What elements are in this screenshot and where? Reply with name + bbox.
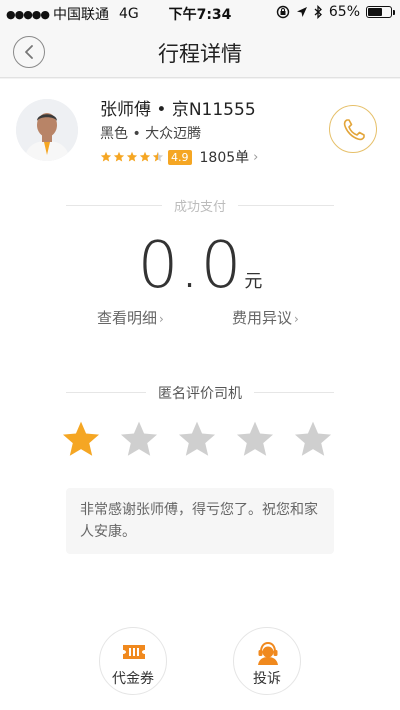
- page-title: 行程详情: [158, 42, 242, 66]
- payment-amount: 0.0 元: [0, 229, 400, 303]
- driver-rating-stars: [100, 151, 164, 163]
- trip-detail-card: 张师傅 • 京N11555 黑色 • 大众迈腾 4.9 1805单 › 成功支付…: [0, 79, 400, 710]
- fee-dispute-link[interactable]: 费用异议 ›: [232, 307, 299, 328]
- location-arrow-icon: [296, 7, 307, 17]
- divider-line: [238, 205, 334, 206]
- payment-status-divider: 成功支付: [66, 196, 334, 216]
- order-count: 1805单: [199, 150, 250, 166]
- rating-star-1[interactable]: [60, 419, 102, 461]
- phone-icon: [343, 119, 365, 141]
- driver-avatar[interactable]: [16, 99, 78, 161]
- battery-fill: [368, 8, 382, 16]
- star-icon: [152, 151, 164, 162]
- rating-star-4[interactable]: [234, 419, 276, 461]
- status-bar: ●●●●● 中国联通 4G 下午7:34 65%: [0, 0, 400, 26]
- rating-section-divider: 匿名评价司机: [66, 383, 334, 403]
- call-driver-button[interactable]: [329, 105, 377, 153]
- customer-service-icon: [258, 641, 278, 665]
- rating-section-title: 匿名评价司机: [158, 386, 242, 402]
- star-icon: [100, 151, 112, 162]
- fee-dispute-label: 费用异议: [232, 309, 293, 327]
- status-right: 65%: [276, 4, 395, 20]
- star-icon: [126, 151, 138, 162]
- complaint-label: 投诉: [253, 671, 281, 687]
- battery-percent: 65%: [328, 4, 360, 20]
- rating-star-input: [60, 419, 334, 461]
- view-details-label: 查看明细: [97, 309, 158, 327]
- amount-currency: 元: [244, 271, 263, 292]
- rating-star-3[interactable]: [176, 419, 218, 461]
- chevron-right-icon: ›: [253, 149, 259, 165]
- rating-badge: 4.9: [168, 149, 192, 165]
- rating-star-5[interactable]: [292, 419, 334, 461]
- amount-value: 0.0: [137, 229, 243, 303]
- driver-photo: [16, 99, 78, 161]
- comment-text[interactable]: 非常感谢张师傅，得亏您了。祝您和家人安康。: [66, 488, 334, 554]
- driver-name-plate: 张师傅 • 京N11555: [100, 100, 256, 120]
- view-details-link[interactable]: 查看明细 ›: [97, 307, 164, 328]
- star-icon: [139, 151, 151, 162]
- battery-icon: [366, 6, 395, 18]
- chevron-right-icon: ›: [294, 312, 299, 326]
- nav-bar: 行程详情: [0, 26, 400, 78]
- driver-rating-row[interactable]: 4.9 1805单 ›: [100, 147, 258, 167]
- ticket-icon: [123, 645, 145, 659]
- complaint-button[interactable]: 投诉: [233, 627, 301, 695]
- chevron-right-icon: ›: [159, 312, 164, 326]
- bluetooth-icon: [314, 5, 322, 19]
- star-icon: [113, 151, 125, 162]
- rating-star-2[interactable]: [118, 419, 160, 461]
- coupon-button[interactable]: 代金券: [99, 627, 167, 695]
- divider-line: [254, 392, 334, 393]
- coupon-label: 代金券: [112, 671, 154, 687]
- rotation-lock-icon: [276, 5, 290, 19]
- car-model: 黑色 • 大众迈腾: [100, 126, 202, 142]
